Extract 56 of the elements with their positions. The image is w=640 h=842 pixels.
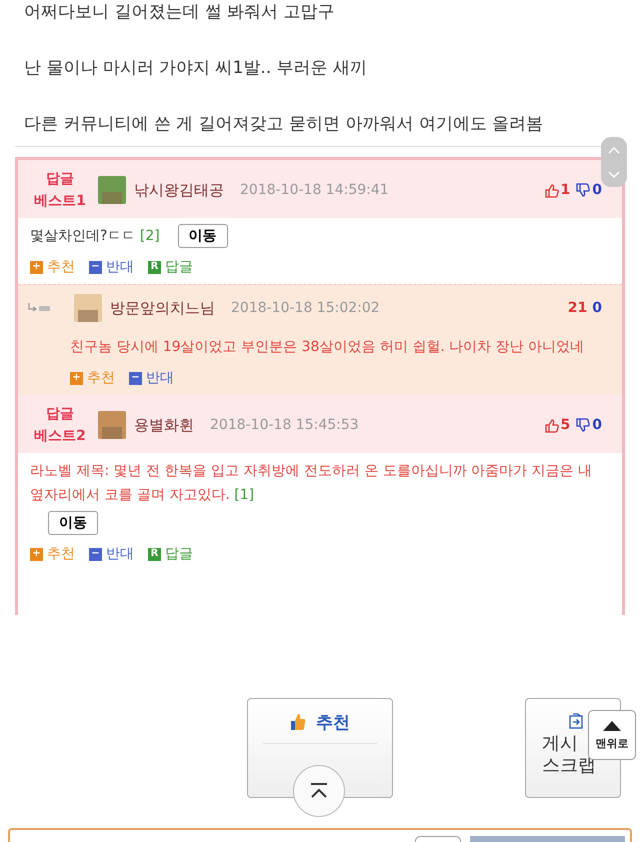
chevron-up-icon [608,146,620,154]
upvote-count: 5 [560,417,570,433]
post-text: 난 물이나 마시러 가야지 씨1발.. 부러운 새끼 [24,57,368,80]
comment-text: 몇살차인데?ㄷㄷ [2] [30,227,160,246]
scrap-icon [568,713,584,729]
down-action[interactable]: − 반대 [129,369,174,387]
up-icon: + [30,260,43,274]
best-label: 답글 [46,405,74,424]
reply-icon: R [148,548,161,560]
best-label: 베스트1 [34,192,86,211]
scroll-top-button[interactable] [293,765,345,817]
recommend-button[interactable]: 추천 [247,698,393,798]
down-icon: − [89,548,102,560]
move-button[interactable]: 이동 [48,511,98,535]
thumbs-down-icon [575,418,590,432]
downvote-count: 0 [592,417,602,433]
avatar-icon [98,176,126,204]
reply-arrow-icon [26,302,52,314]
down-icon: − [89,260,102,274]
chevron-down-icon [608,170,620,178]
post-text: 어쩌다보니 길어졌는데 썰 봐줘서 고맙구 [24,1,336,24]
thumbs-up-icon [544,182,558,198]
comment-date: 2018-10-18 14:59:41 [240,182,389,198]
thumbs-up-icon [290,713,306,731]
downvote-count: 0 [592,300,602,316]
reply-action[interactable]: R 답글 [148,545,193,563]
scroll-top-icon [308,782,330,800]
thumbs-up-icon [544,418,558,432]
reply-icon: R [148,260,161,274]
move-button[interactable]: 이동 [178,224,228,248]
upvote-count: 1 [560,182,570,198]
up-icon: + [70,372,83,384]
comment-text: 라노벨 제목: 몇년 전 한복을 입고 자취방에 전도하러 온 도를아십니까 아줌마가 지금은 내 옆자리에서 코를 골며 자고있다. [1] [30,462,594,505]
recommend-label: 추천 [316,712,350,734]
up-triangle-icon [602,720,622,732]
down-action[interactable]: − 반대 [89,258,134,276]
comment-date: 2018-10-18 15:45:53 [210,417,359,433]
avatar-icon [74,294,102,322]
post-text: 다른 커뮤니티에 쓴 게 길어져갖고 묻히면 아까워서 여기에도 올려봄 [24,113,544,136]
upvote-count: 21 [568,300,588,316]
best-label: 베스트2 [34,427,86,446]
down-icon: − [129,372,142,384]
scrap-label: 게시 [542,733,578,755]
downvote-count: 0 [592,182,602,198]
comment-date: 2018-10-18 15:02:02 [231,300,380,316]
down-action[interactable]: − 반대 [89,545,134,563]
author-name[interactable]: 방문앞의치느님 [110,298,215,318]
up-icon: + [30,548,43,560]
reply-action[interactable]: R 답글 [148,258,193,276]
comment-text: 친구놈 당시에 19살이었고 부인분은 38살이었음 허미 쉽헐. 나이차 장난 아니었네 [70,338,584,357]
thumbs-down-icon [575,182,590,198]
author-name[interactable]: 낚시왕김태공 [134,180,224,200]
avatar-icon [98,411,126,439]
best-label: 답글 [46,170,74,189]
author-name[interactable]: 용별화휜 [134,416,194,434]
scroll-control[interactable] [601,137,627,187]
